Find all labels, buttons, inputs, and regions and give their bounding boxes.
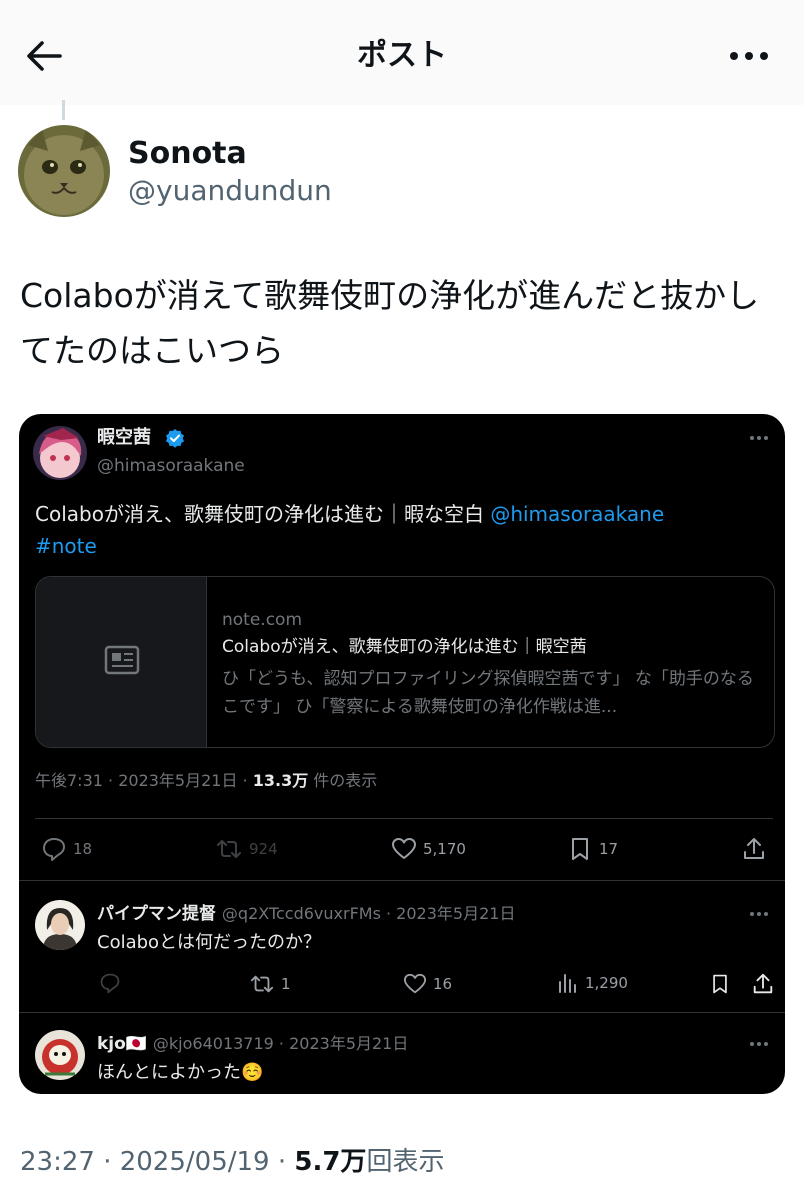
japan-flag-icon: 🇯🇵 [125,1034,147,1054]
link-card-thumbnail [36,577,207,747]
reply-more-button[interactable] [747,1032,771,1056]
quoted-text: Colaboが消え、歌舞伎町の浄化は進む｜暇な空白 @himasoraakane… [35,498,755,562]
heart-icon [403,973,427,994]
like-action[interactable]: 5,170 [391,836,466,862]
bookmark-action[interactable] [709,972,731,996]
repost-count: 924 [249,840,278,858]
verified-badge-icon [165,428,185,448]
post-text: Colaboが消えて歌舞伎町の浄化が進んだと抜かしてたのはこいつら [20,276,760,370]
author-handle[interactable]: @yuandundun [128,174,332,208]
post-views-label: 回表示 [366,1147,445,1177]
repost-icon [250,975,274,993]
divider [19,880,785,881]
embedded-tweet-image[interactable]: 暇空茜 @himasoraakane Colaboが消え、歌舞伎町の浄化は進む｜… [19,414,785,1094]
quoted-views-count: 13.3万 [252,771,309,790]
quoted-views-label: 件の表示 [308,771,378,790]
repost-count: 1 [281,975,291,993]
author-avatar[interactable] [18,125,110,217]
divider [35,818,773,819]
share-action[interactable] [741,836,767,862]
bookmark-action[interactable]: 17 [567,836,618,862]
more-horizontal-icon [730,52,768,60]
cat-avatar-image [18,125,110,217]
page-title: ポスト [357,38,447,73]
quoted-author-name[interactable]: 暇空茜 [97,426,151,450]
reply-meta: @kjo64013719 · 2023年5月21日 [152,1034,409,1053]
quoted-more-button[interactable] [747,426,771,450]
repost-action[interactable]: 924 [215,836,278,862]
quoted-timestamp[interactable]: 午後7:31 · 2023年5月21日 · [35,771,253,790]
more-horizontal-icon [750,436,768,440]
repost-icon [217,840,241,858]
reply-text: ほんとによかった☺️ [97,1060,263,1086]
reply-action[interactable]: 18 [41,836,92,862]
repost-action[interactable]: 1 [249,972,291,996]
reply-icon [100,973,120,994]
share-icon [753,973,773,994]
quoted-text-main: Colaboが消え、歌舞伎町の浄化は進む｜暇な空白 [35,502,491,526]
reply-avatar[interactable] [35,1030,85,1080]
reply-text-body: ほんとによかった [97,1062,241,1083]
person-avatar-image [35,900,85,950]
bookmark-icon [572,838,588,860]
more-horizontal-icon [750,912,768,916]
quoted-author-handle[interactable]: @himasoraakane [97,455,245,477]
top-bar: ポスト [0,0,804,105]
like-count: 5,170 [423,840,466,858]
more-horizontal-icon [750,1042,768,1046]
views-count: 1,290 [585,974,628,992]
post-meta: 23:27 · 2025/05/19 · 5.7万回表示 [20,1144,444,1180]
bookmark-count: 17 [599,840,619,858]
link-card-domain: note.com [222,610,303,630]
reply-icon [43,838,65,861]
smiling-face-emoji: ☺️ [241,1062,264,1083]
bookmark-icon [713,974,727,994]
like-count: 16 [433,975,453,993]
divider [19,1012,785,1013]
reply-more-button[interactable] [747,902,771,926]
quoted-avatar[interactable] [33,426,87,480]
quoted-meta: 午後7:31 · 2023年5月21日 · 13.3万 件の表示 [35,770,377,792]
link-card[interactable]: note.com Colaboが消え、歌舞伎町の浄化は進む｜暇空茜 ひ「どうも、… [35,576,775,748]
mention-link[interactable]: @himasoraakane [490,502,664,526]
reply-text: Colaboとは何だったのか？ [97,932,322,953]
post-views-count: 5.7万 [294,1147,367,1177]
share-action[interactable] [751,972,775,996]
thread-connector [62,100,65,120]
more-options-button[interactable] [724,34,774,78]
daruma-avatar-image [35,1030,85,1080]
reply-author-name[interactable]: kjo [97,1034,126,1054]
post-timestamp[interactable]: 23:27 · 2025/05/19 · [20,1147,294,1177]
analytics-icon [559,974,576,993]
author-name[interactable]: Sonota [128,136,247,172]
reply-header: kjo🇯🇵 @kjo64013719 · 2023年5月21日 [97,1033,408,1055]
link-card-title: Colaboが消え、歌舞伎町の浄化は進む｜暇空茜 [222,637,587,657]
hashtag-link[interactable]: #note [35,534,97,558]
reply-count: 18 [73,840,93,858]
reply-header: パイプマン提督 @q2XTccd6vuxrFMs · 2023年5月21日 [97,903,515,925]
reply-avatar[interactable] [35,900,85,950]
reply-author-name[interactable]: パイプマン提督 [97,904,216,924]
article-icon [104,645,140,675]
share-icon [744,838,764,859]
heart-icon [392,838,416,859]
reply-action[interactable] [99,972,121,994]
link-card-description: ひ「どうも、認知プロファイリング探偵暇空茜です」 な「助手のなるこです」 ひ「警… [222,669,754,717]
reply-meta: @q2XTccd6vuxrFMs · 2023年5月21日 [221,904,516,923]
views-action[interactable]: 1,290 [557,972,628,994]
like-action[interactable]: 16 [403,972,452,996]
anime-avatar-image [33,426,87,480]
